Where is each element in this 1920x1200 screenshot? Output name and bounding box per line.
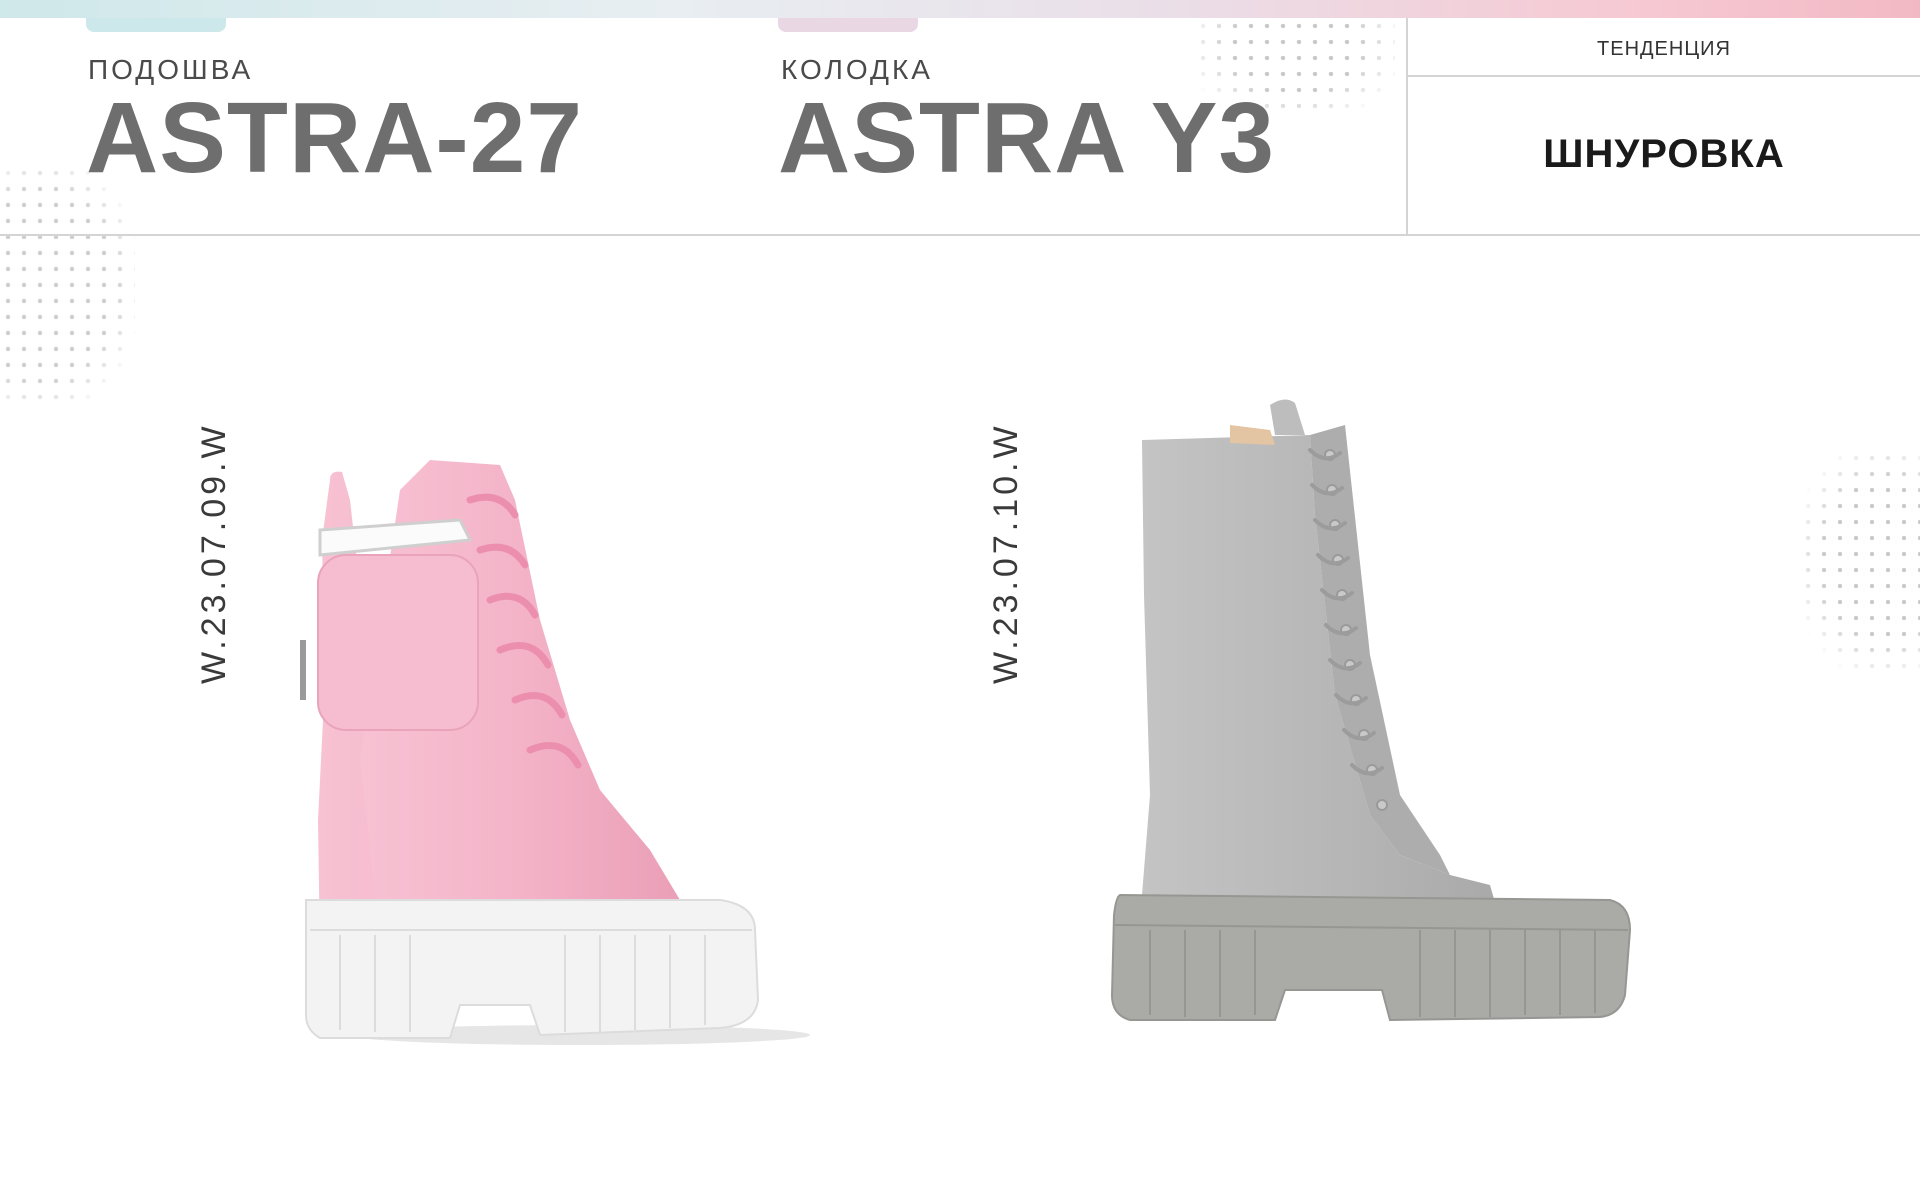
last-value: ASTRA Y3 xyxy=(778,82,1276,194)
trend-panel-line xyxy=(1408,75,1920,77)
header-divider xyxy=(0,234,1920,236)
dot-pattern-left xyxy=(0,165,135,405)
trend-value: ШНУРОВКА xyxy=(1543,132,1785,176)
dot-pattern-right xyxy=(1800,450,1920,670)
trend-label: ТЕНДЕНЦИЯ xyxy=(1597,38,1731,60)
pink-boot-image xyxy=(300,460,810,1045)
top-gradient-stripe xyxy=(0,0,1920,18)
decor-tab-left xyxy=(86,18,226,32)
product-code-2: W.23.07.10.W xyxy=(987,422,1025,684)
grey-boot-image xyxy=(1110,399,1632,1022)
decor-tab-middle xyxy=(778,18,918,32)
sole-value: ASTRA-27 xyxy=(86,82,583,194)
product-code-1: W.23.07.09.W xyxy=(195,422,233,684)
